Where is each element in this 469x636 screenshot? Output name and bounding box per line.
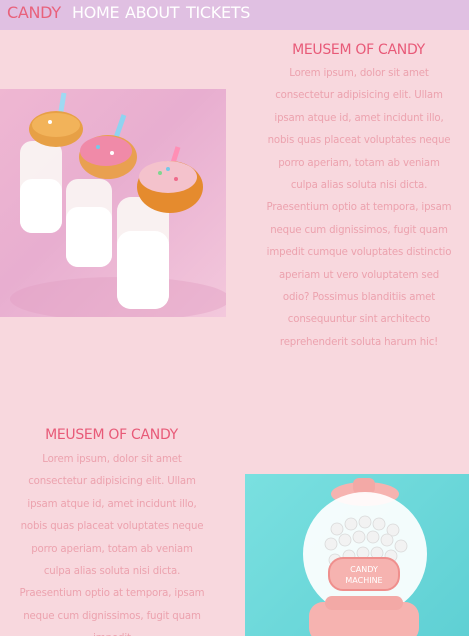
section-title-1: MEUSEM OF CANDY bbox=[292, 42, 425, 58]
candy-label-line-2: MACHINE bbox=[345, 576, 382, 585]
donuts-illustration bbox=[10, 92, 226, 317]
candy-machine-illustration: CANDY MACHINE bbox=[303, 478, 427, 636]
section-text-2: Lorem ipsum, dolor sit amet consectetur … bbox=[19, 454, 205, 636]
nav-home-link[interactable]: HOME bbox=[72, 4, 120, 22]
candy-label-line-1: CANDY bbox=[350, 565, 378, 574]
nav-tickets-link[interactable]: TICKETS bbox=[186, 4, 250, 22]
donuts-photo bbox=[0, 89, 226, 317]
brand-link[interactable]: CANDY bbox=[7, 4, 61, 22]
section-text-1: Lorem ipsum, dolor sit amet consectetur … bbox=[266, 68, 452, 348]
top-nav: CANDY HOME ABOUT TICKETS bbox=[0, 0, 469, 30]
candy-machine-photo: CANDY MACHINE bbox=[245, 474, 469, 636]
section-title-2: MEUSEM OF CANDY bbox=[45, 427, 178, 443]
nav-about-link[interactable]: ABOUT bbox=[125, 4, 180, 22]
